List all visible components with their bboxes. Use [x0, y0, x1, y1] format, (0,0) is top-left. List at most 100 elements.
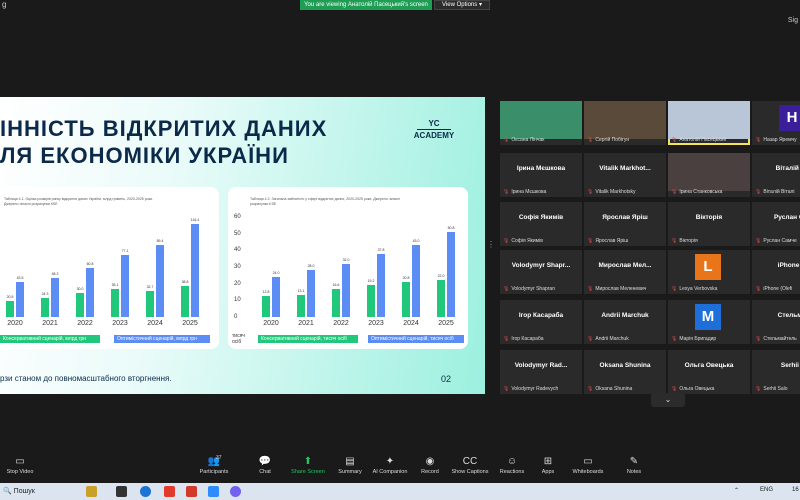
muted-mic-icon: 🎙: [503, 189, 510, 195]
muted-mic-icon: 🎙: [587, 137, 594, 143]
participant-tile[interactable]: Віталій Віт 🎙Віталій Віталі: [752, 153, 800, 197]
participant-display-name: Serhii S: [780, 362, 800, 369]
reactions-button[interactable]: ☺ Reactions: [492, 455, 532, 482]
chat-icon: 💬: [258, 456, 272, 467]
logo-line1: YC: [428, 119, 440, 128]
participant-tile[interactable]: Ірина Мєшкова 🎙 Ірина Мєшкова: [500, 153, 582, 197]
taskbar-search[interactable]: 🔍 Пошук: [0, 485, 90, 498]
zoom-icon[interactable]: [208, 486, 219, 497]
participant-tile[interactable]: 🎙 Анатолій Пасецький: [668, 101, 750, 145]
record-button[interactable]: ◉ Record: [410, 455, 450, 482]
whiteboards-button[interactable]: ▭ Whiteboards: [568, 455, 608, 482]
app-icon-red2[interactable]: [186, 486, 197, 497]
muted-mic-icon: 🎙: [755, 336, 762, 342]
participant-tile[interactable]: Мирослав Мел... 🎙 Мирослав Меленевич: [584, 250, 666, 294]
viber-icon[interactable]: [230, 486, 241, 497]
participant-tile[interactable]: Руслан Сам 🎙Руслан Самче: [752, 202, 800, 246]
ai-companion-button[interactable]: ✦ AI Companion: [370, 455, 410, 482]
x-axis-employment: 2020 2021 2022 2023 2024 2025: [256, 320, 466, 330]
share-screen-button[interactable]: ⬆ Share Screen: [288, 455, 328, 482]
participant-name-text: Сергій Побігун: [595, 137, 630, 143]
participant-name-text: Serhii Salo: [763, 386, 788, 392]
whiteboards-label: Whiteboards: [572, 469, 604, 475]
participant-tile[interactable]: L 🎙 Lesya Verbovska: [668, 250, 750, 294]
tray-clock[interactable]: 16: [792, 487, 799, 493]
bar-label-green-2021: 13.1: [297, 289, 305, 294]
slide-title-line1: ІННІСТЬ ВІДКРИТИХ ДАНИХ: [0, 116, 328, 141]
participant-tile[interactable]: Serhii S 🎙Serhii Salo: [752, 350, 800, 394]
participant-video: [584, 101, 666, 139]
apps-icon: ⊞: [543, 456, 553, 467]
muted-mic-icon: 🎙: [587, 238, 594, 244]
legend-optimistic: Оптимістичний сценарій, тисяч осіб: [368, 335, 464, 343]
participant-tile[interactable]: Oksana Shunina 🎙 Oksana Shunina: [584, 350, 666, 394]
participants-count-badge: 37: [216, 455, 222, 461]
participant-name-label: 🎙 Сергій Побігун: [587, 137, 665, 143]
y-tick-label: 60: [234, 214, 241, 220]
muted-mic-icon: 🎙: [587, 189, 594, 195]
x-tick-label: 2023: [368, 320, 384, 327]
x-tick-label: 2025: [438, 320, 454, 327]
edge-icon[interactable]: [140, 486, 151, 497]
notes-button[interactable]: ✎ Notes: [614, 455, 654, 482]
participant-display-name: iPhone (O: [777, 262, 800, 269]
participant-tile[interactable]: 🎙 Оксана Лінчак: [500, 101, 582, 145]
splitter-handle[interactable]: ⋮: [487, 240, 495, 249]
stop-video-button[interactable]: ▭ Stop Video: [0, 455, 40, 482]
participant-tile[interactable]: Ігор Касараба 🎙 Ігор Касараба: [500, 300, 582, 344]
participant-tile[interactable]: Volodymyr Shapr... 🎙 Volodymyr Shapran: [500, 250, 582, 294]
participant-tile[interactable]: Ярослав Яріш 🎙 Ярослав Яріш: [584, 202, 666, 246]
participant-tile[interactable]: Volodymyr Rad... 🎙 Volodymyr Radevych: [500, 350, 582, 394]
participant-tile[interactable]: Ольга Овецька 🎙 Ольга Овецька: [668, 350, 750, 394]
participant-tile[interactable]: iPhone (O 🎙iPhone (Olefi: [752, 250, 800, 294]
x-tick-label: 2020: [263, 320, 279, 327]
participants-button[interactable]: 👥 Participants 37: [194, 455, 234, 482]
share-screen-label: Share Screen: [291, 469, 325, 475]
participant-display-name: Volodymyr Shapr...: [511, 262, 571, 269]
participant-name-text: Vitalik Markhotsky: [595, 189, 636, 195]
participants-icon: 👥: [207, 456, 221, 467]
chart-card-market: Таблиця 4.1. Оцінка розмірів ринку відкр…: [0, 187, 219, 349]
participant-name-label: 🎙 Вікторія: [671, 238, 749, 244]
participant-tile[interactable]: Н 🎙 Назар Яремчу: [752, 101, 800, 145]
participant-tile[interactable]: Софія Якимів 🎙 Софія Якимів: [500, 202, 582, 246]
tray-chevron-icon[interactable]: ⌃: [734, 487, 739, 494]
signin-fragment[interactable]: Sig: [788, 17, 798, 24]
bar-green-2020: [6, 300, 14, 317]
bar-label-blue-2020: 43.5: [16, 276, 24, 281]
tray-lang[interactable]: ENG: [760, 487, 773, 493]
view-options-button[interactable]: View Options ▾: [434, 0, 490, 10]
bar-label-green-2022: 16.6: [332, 283, 340, 288]
summary-button[interactable]: ▤ Summary: [330, 455, 370, 482]
participant-tile[interactable]: Стельмаг 🎙Стельмайтель: [752, 300, 800, 344]
file-explorer-icon[interactable]: [86, 486, 97, 497]
slide-page-number: 02: [441, 374, 452, 384]
taskview-icon[interactable]: [116, 486, 127, 497]
participant-name-label: 🎙 Анатолій Пасецький: [671, 137, 749, 143]
participant-name-text: Стельмайтель: [763, 336, 797, 342]
participant-tile[interactable]: Вікторія 🎙 Вікторія: [668, 202, 750, 246]
participant-tile[interactable]: 🎙 Ірина Станковська: [668, 153, 750, 197]
show-captions-button[interactable]: CC Show Captions: [450, 455, 490, 482]
app-icon-red[interactable]: [164, 486, 175, 497]
slide-title: ІННІСТЬ ВІДКРИТИХ ДАНИХ ЛЯ ЕКОНОМІКИ УКР…: [0, 115, 327, 169]
participant-name-label: 🎙 Volodymyr Radevych: [503, 386, 581, 392]
apps-button[interactable]: ⊞ Apps: [528, 455, 568, 482]
y-tick-label: 20: [234, 280, 241, 287]
participant-name-text: Ігор Касараба: [511, 336, 544, 342]
participant-name-label: 🎙 Vitalik Markhotsky: [587, 189, 665, 195]
gallery-scroll-down-button[interactable]: ⌄: [651, 393, 685, 407]
participant-tile[interactable]: Vitalik Markhot... 🎙 Vitalik Markhotsky: [584, 153, 666, 197]
windows-taskbar: 🔍 Пошук ⌃ ENG 16: [0, 483, 800, 500]
chat-button[interactable]: 💬 Chat: [245, 455, 285, 482]
participant-display-name: Vitalik Markhot...: [599, 165, 651, 172]
participant-tile[interactable]: M 🎙 Марія Бригадир: [668, 300, 750, 344]
yc-academy-logo: YC ACADEMY: [413, 119, 455, 140]
chart-caption: Таблиця 4.1. Оцінка розмірів ринку відкр…: [4, 197, 154, 206]
participant-name-text: Мирослав Меленевич: [595, 286, 647, 292]
bar-blue-2023: [121, 255, 129, 317]
bar-green-2022: [332, 289, 340, 317]
participant-tile[interactable]: 🎙 Сергій Побігун: [584, 101, 666, 145]
participant-tile[interactable]: Andrii Marchuk 🎙 Andrii Marchuk: [584, 300, 666, 344]
muted-mic-icon: 🎙: [671, 336, 678, 342]
